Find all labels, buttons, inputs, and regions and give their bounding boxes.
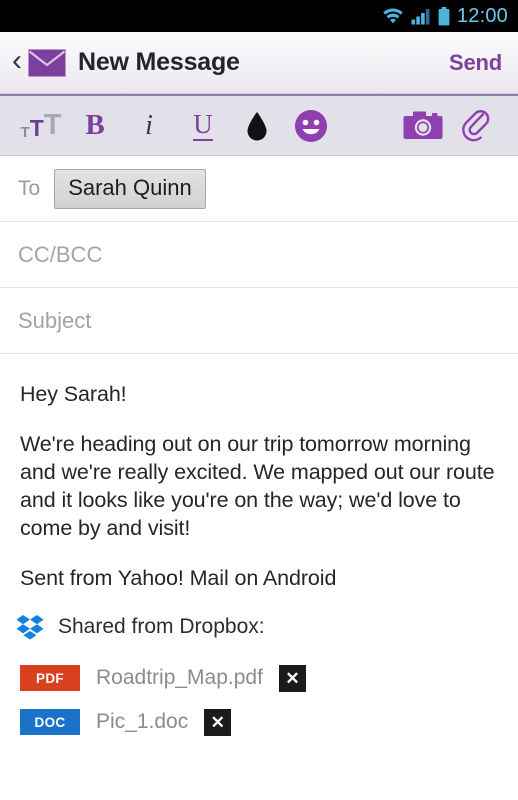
- attachment-row[interactable]: PDF Roadtrip_Map.pdf ✕: [16, 656, 498, 700]
- message-body[interactable]: Hey Sarah! We're heading out on our trip…: [0, 354, 518, 592]
- file-type-badge: PDF: [20, 665, 80, 691]
- camera-icon[interactable]: [396, 99, 450, 153]
- bold-icon[interactable]: B: [68, 99, 122, 153]
- send-button[interactable]: Send: [449, 50, 502, 76]
- subject-input[interactable]: Subject: [18, 308, 91, 334]
- to-label: To: [18, 176, 41, 200]
- remove-attachment-button[interactable]: ✕: [278, 664, 306, 692]
- dropbox-heading: Shared from Dropbox:: [58, 615, 265, 638]
- body-signature: Sent from Yahoo! Mail on Android: [20, 566, 337, 590]
- attachment-filename: Pic_1.doc: [96, 710, 189, 733]
- status-bar: 12:00: [0, 0, 518, 32]
- attach-icon[interactable]: [450, 99, 504, 153]
- attachment-row[interactable]: DOC Pic_1.doc ✕: [16, 700, 498, 744]
- body-paragraph: We're heading out on our trip tomorrow m…: [20, 432, 495, 540]
- to-field-row[interactable]: To Sarah Quinn: [0, 156, 518, 222]
- status-clock: 12:00: [456, 4, 508, 27]
- wifi-icon: [382, 7, 404, 25]
- attachment-filename: Roadtrip_Map.pdf: [96, 666, 263, 689]
- emoji-icon[interactable]: [284, 99, 338, 153]
- signal-bars-icon: [411, 7, 431, 25]
- remove-attachment-button[interactable]: ✕: [204, 708, 232, 736]
- font-size-icon[interactable]: TTT: [14, 99, 68, 153]
- subject-field-row[interactable]: Subject: [0, 288, 518, 354]
- ccbcc-field-row[interactable]: CC/BCC: [0, 222, 518, 288]
- underline-icon[interactable]: U: [176, 99, 230, 153]
- battery-icon: [438, 6, 450, 26]
- file-type-badge: DOC: [20, 709, 80, 735]
- dropbox-header: Shared from Dropbox:: [16, 614, 498, 640]
- envelope-icon: [28, 49, 78, 77]
- ccbcc-input[interactable]: CC/BCC: [18, 242, 102, 268]
- dropbox-icon: [16, 614, 58, 640]
- recipient-chip[interactable]: Sarah Quinn: [54, 168, 206, 209]
- phone-screen: 12:00 ‹ New Message Send TTT B i U To Sa…: [0, 0, 518, 800]
- italic-icon[interactable]: i: [122, 99, 176, 153]
- text-color-icon[interactable]: [230, 99, 284, 153]
- app-header: ‹ New Message Send: [0, 32, 518, 94]
- body-paragraph: Hey Sarah!: [20, 382, 127, 406]
- dropbox-attachment-block: Shared from Dropbox: PDF Roadtrip_Map.pd…: [0, 592, 518, 744]
- format-toolbar: TTT B i U: [0, 94, 518, 156]
- back-chevron-icon[interactable]: ‹: [10, 45, 28, 80]
- page-title: New Message: [78, 48, 240, 76]
